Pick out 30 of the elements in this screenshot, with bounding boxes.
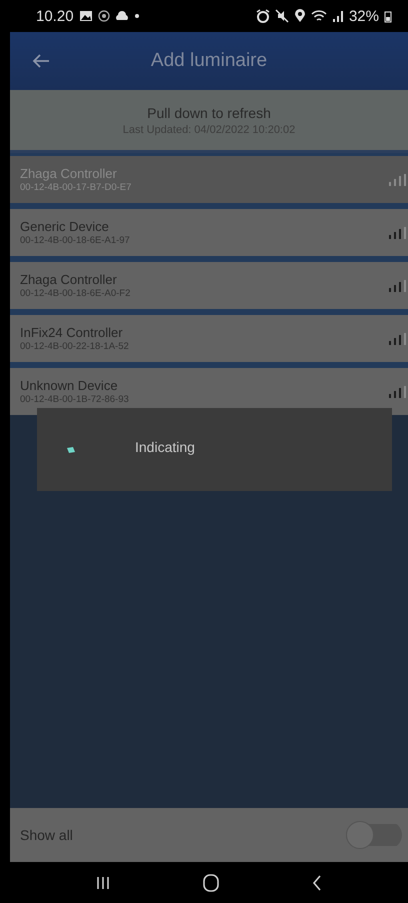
alarm-icon — [256, 9, 270, 23]
back-arrow-icon[interactable] — [32, 53, 50, 69]
screen-title: Add luminaire — [150, 50, 268, 72]
image-notification-icon — [78, 10, 93, 22]
device-name: Unknown Device — [20, 378, 119, 393]
dot-icon — [134, 13, 140, 19]
show-all-label: Show all — [20, 827, 73, 843]
signal-strength-icon — [389, 386, 406, 398]
battery-icon — [384, 10, 392, 22]
location-icon — [294, 9, 306, 23]
home-icon[interactable] — [202, 874, 220, 892]
signal-strength-icon — [389, 174, 406, 186]
signal-strength-icon — [389, 332, 406, 344]
spinner-icon — [67, 446, 75, 452]
signal-strength-icon — [389, 226, 406, 238]
signal-strength-icon — [389, 280, 406, 292]
battery-percentage: 32% — [348, 8, 379, 24]
recent-apps-icon[interactable] — [96, 876, 110, 890]
device-name: InFix24 Controller — [20, 325, 124, 340]
device-name: Generic Device — [20, 219, 110, 234]
cloud-icon — [114, 10, 129, 22]
status-time: 10.20 — [36, 8, 74, 24]
mute-icon — [274, 9, 289, 23]
back-icon[interactable] — [312, 874, 322, 890]
device-name: Zhaga Controller — [20, 272, 118, 287]
circle-notification-icon — [98, 10, 110, 22]
dialog-message: Indicating — [135, 438, 195, 454]
wifi-icon — [310, 10, 327, 22]
signal-icon — [332, 10, 344, 22]
pull-to-refresh-text: Pull down to refresh — [147, 104, 271, 120]
